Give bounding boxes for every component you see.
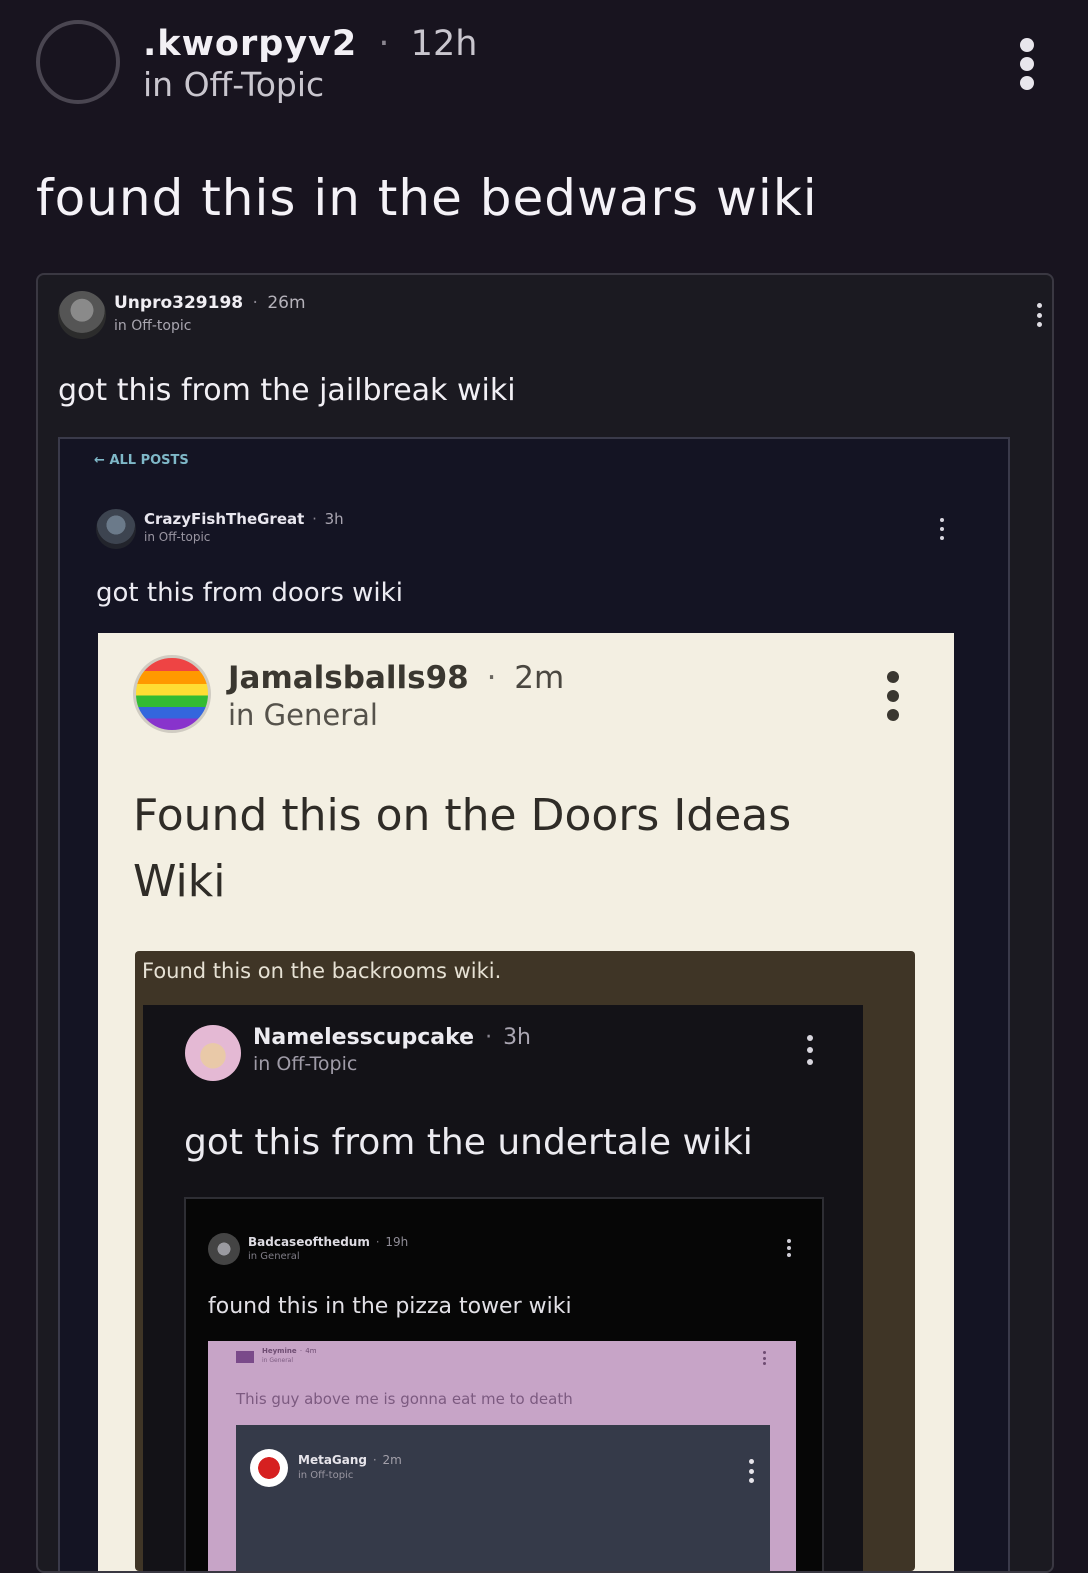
avatar[interactable] [36,20,120,104]
community-label[interactable]: in Off-Topic [143,66,324,104]
community-label: in Off-topic [144,530,211,544]
post-title: found this in the pizza tower wiki [208,1294,572,1319]
post-title-line: Found this on the Doors Ideas [133,790,792,841]
more-vertical-icon [1035,303,1043,327]
avatar [236,1351,254,1363]
back-link: ← ALL POSTS [94,453,189,469]
meta-separator-dot: · [378,24,390,64]
post-time: 4m [305,1347,317,1355]
post-title: found this in the bedwars wiki [36,169,818,227]
post-meta: .kworpyv2 · 12h [143,24,477,64]
avatar [96,509,136,549]
post-time: 19h [385,1235,409,1249]
embedded-screenshot: ← ALL POSTS CrazyFishTheGreat · 3h in Of… [58,437,1010,1571]
more-vertical-icon [805,1035,815,1065]
more-vertical-icon [762,1351,766,1365]
arrow-left-icon: ← [94,453,105,468]
post-title: Found this on the Doors Ideas Wiki [133,783,791,915]
more-vertical-icon [748,1459,754,1483]
username[interactable]: .kworpyv2 [143,24,357,64]
avatar [185,1025,241,1081]
username: Namelesscupcake [253,1025,475,1050]
community-label: in Off-Topic [253,1053,358,1075]
post-time: 12h [410,24,478,64]
community-label: in General [262,1357,294,1364]
back-label: ALL POSTS [109,453,189,468]
more-vertical-icon [938,518,946,540]
username: MetaGang [298,1453,367,1467]
embedded-screenshot: Badcaseofthedum · 19h in General found t… [184,1197,824,1571]
meta-separator-dot: · [312,510,317,528]
username: CrazyFishTheGreat [144,510,305,528]
community-label: in General [248,1251,300,1262]
community-label: in General [228,698,378,732]
embedded-screenshot: MetaGang · 2m in Off-topic [236,1425,770,1571]
username: Badcaseofthedum [248,1235,370,1249]
embedded-screenshot: Jamalsballs98 · 2m in General Found this… [98,633,954,1571]
username: Heymine [262,1347,297,1355]
post-title: This guy above me is gonna eat me to dea… [236,1390,573,1408]
post-title: got this from the jailbreak wiki [58,373,516,408]
username: Jamalsballs98 [228,660,469,696]
avatar [208,1233,240,1265]
meta-separator-dot: · [485,1025,493,1050]
embedded-screenshot[interactable]: Unpro329198 · 26m in Off-topic got this … [36,273,1054,1573]
post-title: got this from doors wiki [96,578,403,608]
post-title: got this from the undertale wiki [184,1122,753,1163]
meta-separator-dot: · [486,660,497,696]
meta-separator-dot: · [372,1453,377,1467]
avatar [250,1449,288,1487]
post-time: 26m [267,293,306,313]
post-time: 3h [324,510,344,528]
post-title-line: Wiki [133,856,226,907]
embedded-screenshot: Namelesscupcake · 3h in Off-Topic got th… [143,1005,863,1571]
image-caption: Found this on the backrooms wiki. [142,959,502,983]
meta-separator-dot: · [252,293,258,313]
avatar [133,655,211,733]
embedded-screenshot: Heymine · 4m in General This guy above m… [208,1341,796,1571]
community-label: in Off-topic [298,1470,354,1481]
avatar [58,291,106,339]
meta-separator-dot: · [299,1347,303,1355]
more-vertical-icon [886,671,900,721]
meta-separator-dot: · [375,1235,380,1249]
post-time: 2m [382,1453,402,1467]
post-time: 3h [503,1025,532,1050]
more-vertical-icon [786,1239,792,1257]
community-label: in Off-topic [114,318,192,334]
username: Unpro329198 [114,293,244,313]
post-time: 2m [514,660,565,696]
more-vertical-icon[interactable] [1015,38,1039,90]
embedded-screenshot: Found this on the backrooms wiki. Namele… [135,951,915,1571]
